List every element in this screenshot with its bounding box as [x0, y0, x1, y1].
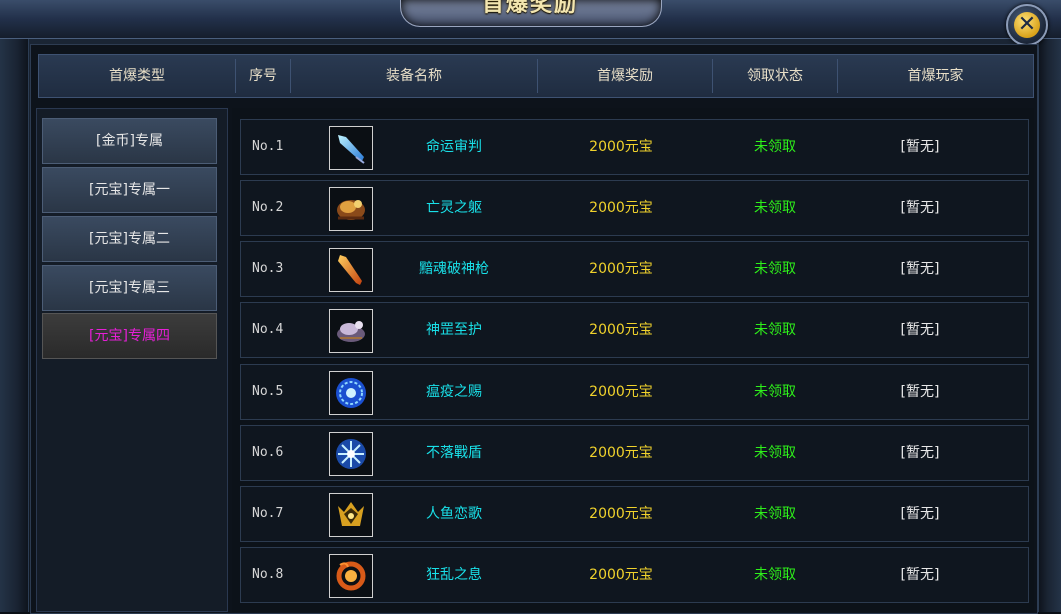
window-title: 首爆奖励: [481, 0, 578, 17]
header-player: 首爆玩家: [907, 68, 964, 84]
first-player: [暂无]: [900, 445, 940, 461]
category-yuanbao-exclusive-1[interactable]: [元宝]专属一: [42, 167, 217, 213]
header-category: 首爆类型: [109, 68, 165, 84]
reward-amount: 2000元宝: [589, 139, 653, 155]
reward-amount: 2000元宝: [589, 322, 653, 338]
table-row: No.3 黯魂破神枪 2000元宝 未领取 [暂无]: [240, 241, 1029, 297]
reward-amount: 2000元宝: [589, 200, 653, 216]
equipment-name: 命运审判: [426, 139, 482, 155]
header-index: 序号: [249, 68, 277, 84]
equipment-name: 瘟疫之赐: [426, 384, 482, 400]
equipment-name: 神罡至护: [426, 322, 482, 338]
category-gold-exclusive[interactable]: [金币]专属: [42, 118, 217, 164]
table-row: No.4 神罡至护 2000元宝 未领取 [暂无]: [240, 302, 1029, 358]
row-number: No.8: [252, 567, 284, 582]
claim-status: 未领取: [754, 261, 796, 277]
first-player: [暂无]: [900, 261, 940, 277]
blue-orb-icon[interactable]: [329, 371, 373, 415]
first-player: [暂无]: [900, 322, 940, 338]
golden-crest-icon[interactable]: [329, 493, 373, 537]
flame-ring-icon[interactable]: [329, 554, 373, 598]
equipment-name: 亡灵之躯: [426, 200, 482, 216]
row-number: No.3: [252, 261, 284, 276]
equipment-name: 人鱼恋歌: [426, 506, 482, 522]
frost-shield-icon[interactable]: [329, 432, 373, 476]
armored-pet-icon[interactable]: [329, 309, 373, 353]
table-row: No.2 亡灵之躯 2000元宝 未领取 [暂无]: [240, 180, 1029, 236]
first-player: [暂无]: [900, 567, 940, 583]
table-row: No.1 命运审判 2000元宝 未领取 [暂无]: [240, 119, 1029, 175]
beast-mount-icon[interactable]: [329, 187, 373, 231]
reward-amount: 2000元宝: [589, 567, 653, 583]
equipment-name: 不落戰盾: [426, 445, 482, 461]
header-reward: 首爆奖励: [597, 68, 653, 84]
category-yuanbao-exclusive-2[interactable]: [元宝]专属二: [42, 216, 217, 262]
ice-blade-icon[interactable]: [329, 126, 373, 170]
equipment-name: 黯魂破神枪: [419, 261, 489, 277]
row-number: No.7: [252, 506, 284, 521]
claim-status: 未领取: [754, 384, 796, 400]
reward-amount: 2000元宝: [589, 384, 653, 400]
claim-status: 未领取: [754, 200, 796, 216]
header-claim-status: 领取状态: [747, 68, 803, 84]
category-yuanbao-exclusive-3[interactable]: [元宝]专属三: [42, 265, 217, 311]
first-player: [暂无]: [900, 506, 940, 522]
first-player: [暂无]: [900, 384, 940, 400]
close-button[interactable]: ✕: [1006, 4, 1048, 46]
row-number: No.6: [252, 445, 284, 460]
table-row: No.6 不落戰盾 2000元宝 未领取 [暂无]: [240, 425, 1029, 481]
category-yuanbao-exclusive-4[interactable]: [元宝]专属四: [42, 313, 217, 359]
first-player: [暂无]: [900, 139, 940, 155]
header-equipment-name: 装备名称: [386, 68, 442, 84]
table-row: No.5 瘟疫之赐 2000元宝 未领取 [暂无]: [240, 364, 1029, 420]
reward-amount: 2000元宝: [589, 445, 653, 461]
reward-amount: 2000元宝: [589, 261, 653, 277]
fire-spear-icon[interactable]: [329, 248, 373, 292]
first-player: [暂无]: [900, 200, 940, 216]
row-number: No.1: [252, 139, 284, 154]
frame-left-border: [0, 0, 29, 612]
claim-status: 未领取: [754, 506, 796, 522]
reward-amount: 2000元宝: [589, 506, 653, 522]
table-header: 首爆类型 序号 装备名称 首爆奖励 领取状态 首爆玩家: [38, 54, 1034, 98]
row-number: No.5: [252, 384, 284, 399]
close-icon: ✕: [1014, 12, 1040, 38]
table-row: No.7 人鱼恋歌 2000元宝 未领取 [暂无]: [240, 486, 1029, 542]
row-number: No.2: [252, 200, 284, 215]
claim-status: 未领取: [754, 139, 796, 155]
equipment-name: 狂乱之息: [426, 567, 482, 583]
claim-status: 未领取: [754, 567, 796, 583]
row-number: No.4: [252, 322, 284, 337]
claim-status: 未领取: [754, 445, 796, 461]
frame-right-border: [1038, 0, 1061, 612]
claim-status: 未领取: [754, 322, 796, 338]
table-row: No.8 狂乱之息 2000元宝 未领取 [暂无]: [240, 547, 1029, 603]
